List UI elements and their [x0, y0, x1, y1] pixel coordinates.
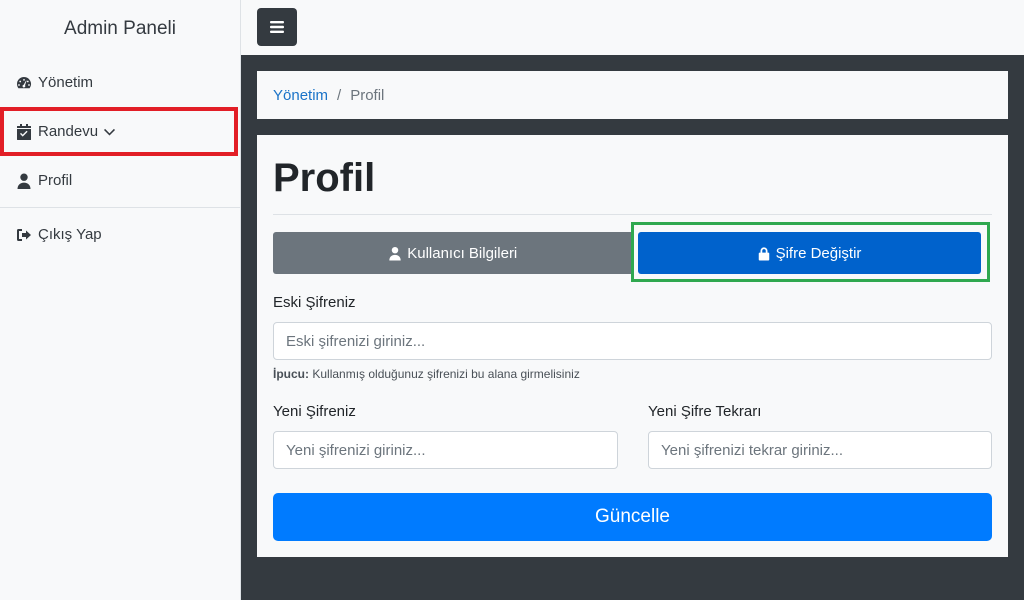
breadcrumb-current: Profil	[350, 86, 385, 104]
topbar	[241, 0, 1024, 55]
calendar-check-icon	[17, 123, 31, 140]
sidebar-toggle-button[interactable]	[257, 8, 297, 46]
sign-out-icon	[17, 228, 31, 241]
new-password-repeat-label: Yeni Şifre Tekrarı	[648, 403, 762, 420]
sidebar: Admin Paneli Yönetim Randevu Profil Çıkı…	[0, 0, 241, 600]
sidebar-item-randevu[interactable]: Randevu	[0, 107, 238, 156]
sidebar-item-yonetim[interactable]: Yönetim	[0, 58, 240, 107]
sidebar-item-profil[interactable]: Profil	[0, 156, 240, 205]
breadcrumb-link-yonetim[interactable]: Yönetim	[273, 87, 328, 104]
tab-label: Kullanıcı Bilgileri	[407, 244, 518, 262]
menu-bars-icon	[270, 21, 284, 33]
user-icon	[389, 246, 401, 260]
old-password-label: Eski Şifreniz	[273, 294, 356, 311]
brand-title: Admin Paneli	[64, 18, 176, 39]
tab-change-password-wrapper: Şifre Değiştir	[630, 222, 993, 282]
sidebar-item-label: Yönetim	[38, 74, 94, 91]
sidebar-item-cikis[interactable]: Çıkış Yap	[0, 210, 240, 259]
breadcrumb: Yönetim / Profil	[257, 71, 1008, 119]
sidebar-item-label: Randevu	[38, 123, 99, 140]
hint-text: Kullanmış olduğunuz şifrenizi bu alana g…	[312, 367, 580, 381]
update-button[interactable]: Güncelle	[273, 493, 992, 541]
tab-label: Şifre Değiştir	[775, 244, 862, 262]
old-password-input[interactable]	[273, 322, 992, 360]
tab-user-info[interactable]: Kullanıcı Bilgileri	[273, 232, 633, 274]
tachometer-icon	[17, 76, 31, 88]
main-content: Yönetim / Profil Profil Kullanıcı Bilgil…	[241, 55, 1024, 600]
sidebar-item-label: Profil	[38, 172, 73, 189]
new-password-repeat-input[interactable]	[648, 431, 992, 469]
tab-change-password[interactable]: Şifre Değiştir	[637, 232, 981, 274]
profile-card: Profil Kullanıcı Bilgileri Şifre Değişti…	[257, 135, 1008, 557]
page-title: Profil	[273, 135, 992, 215]
new-password-input[interactable]	[273, 431, 618, 469]
sidebar-divider	[0, 207, 240, 208]
password-hint: İpucu: Kullanmış olduğunuz şifrenizi bu …	[273, 367, 580, 381]
sidebar-item-label: Çıkış Yap	[38, 226, 102, 243]
breadcrumb-separator: /	[337, 86, 342, 104]
new-password-label: Yeni Şifreniz	[273, 403, 356, 420]
lock-icon	[758, 246, 769, 260]
user-icon	[17, 173, 31, 189]
chevron-down-icon	[104, 128, 116, 136]
profile-tabs: Kullanıcı Bilgileri Şifre Değiştir	[273, 222, 993, 282]
hint-prefix: İpucu:	[273, 367, 309, 381]
